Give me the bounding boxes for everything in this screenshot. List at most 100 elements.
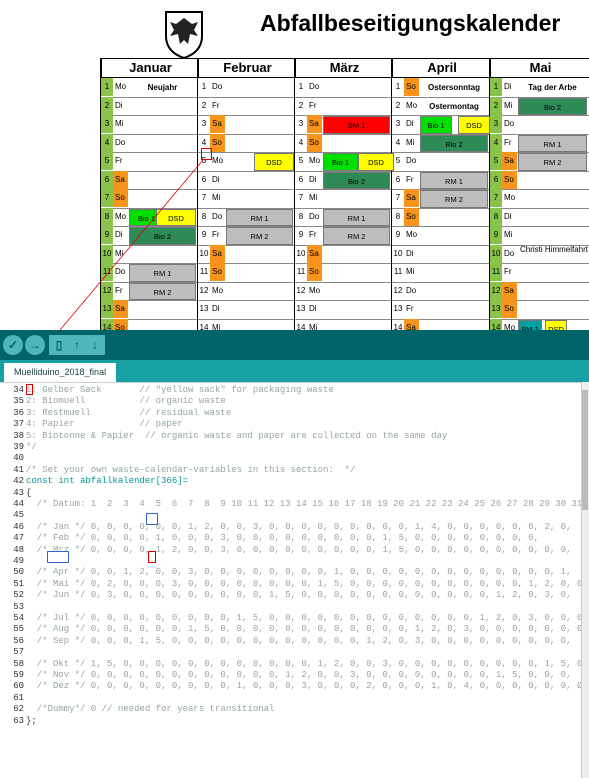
day-number: 12 [101,281,113,300]
code-line: 5: Biotonne & Papier // organic waste an… [26,430,448,441]
waste-event: RM 1 [226,208,293,226]
day-number: 8 [201,211,207,221]
day-number: 1 [101,78,113,96]
line-number: 63 [13,715,24,726]
weekday: Mo [406,230,418,239]
waste-event: Bio 2 [129,227,196,245]
weekday: Do [504,119,515,128]
new-button[interactable]: ▯ [49,335,69,355]
code-line: 2: Biomuell // organic waste [26,396,226,407]
line-number: 42 [13,476,24,487]
day-number: 14 [296,322,306,331]
weekday: Mi [406,137,415,147]
day-number: 13 [101,300,113,318]
line-number: 49 [13,556,24,566]
weekday: Do [309,211,320,221]
calendar-title: Abfallbeseitigungskalender [260,10,561,36]
code-line: /* Datum: 1 2 3 4 5 6 7 8 9 10 11 12 13 … [26,499,589,509]
line-number: 34 [13,385,24,395]
code-line: /* Sep */ 0, 0, 0, 1, 5, 0, 0, 0, 0, 0, … [26,635,572,646]
day-number: 13 [393,304,403,313]
weekday: Mo [115,82,127,91]
code-line: /* Jul */ 0, 0, 0, 0, 0, 0, 0, 0, 0, 1, … [26,613,588,623]
line-number: 50 [13,567,24,578]
month-divider [100,59,101,330]
weekday: Sa [307,244,322,263]
day-number: 8 [395,211,401,221]
weekday: Do [212,82,223,91]
day-number: 6 [395,174,401,184]
weekday: Do [212,211,223,221]
code-line: /* Nov */ 0, 0, 0, 0, 0, 0, 0, 0, 0, 0, … [26,670,572,680]
save-button[interactable]: ↓ [85,335,105,355]
day-number: 10 [296,248,306,258]
arduino-ide: ✓ → ▯ ↑ ↓ Muelliduino_2018_final 34 1: Ge… [0,330,589,779]
code-editor[interactable]: 34 1: Gelber Sack // "yellow sack" for pa… [0,382,589,779]
day-number: 8 [490,207,502,226]
code-line: /* Feb */ 0, 0, 0, 0, 1, 0, 0, 0, 3, 0, … [26,533,540,544]
waste-event: Bio 1 [323,153,358,171]
day-number: 14 [101,318,113,330]
line-number: 56 [13,635,24,646]
waste-event: RM 2 [226,227,293,245]
weekday: Mo [212,156,224,165]
day-number: 14 [490,318,502,330]
code-line: /* Apr */ 0, 0, 1, 2, 0, 0, 3, 0, 0, 0, … [26,567,572,578]
weekday: Mi [504,100,513,110]
waste-event: Bio 1 [420,116,452,134]
line-number: 59 [13,670,24,680]
weekday: Mo [406,100,418,110]
weekday: Sa [404,189,419,207]
day-number: 9 [201,230,207,239]
day-number: 10 [393,248,403,258]
day-number: 4 [101,133,113,152]
day-number: 13 [199,304,209,313]
editor-scroll-thumb[interactable] [582,390,588,510]
weekday: So [113,189,128,207]
code-line: /* Aug */ 0, 0, 0, 0, 0, 0, 1, 5, 0, 0, … [26,624,588,635]
day-number: 1 [395,82,401,91]
waste-event: Ostersonntag [427,83,480,92]
line-number: 47 [13,533,24,544]
weekday: Sa [404,318,419,330]
code-line: /* Okt */ 1, 5, 0, 0, 0, 0, 0, 0, 0, 0, … [26,658,588,669]
weekday: Di [504,211,512,221]
day-number: 13 [296,304,306,313]
waste-event: Neujahr [147,83,178,92]
upload-button[interactable]: → [25,335,45,355]
code-line: /* Jun */ 0, 3, 0, 0, 0, 0, 0, 0, 0, 0, … [26,590,572,601]
tab-muelliduino[interactable]: Muelliduino_2018_final [4,363,117,382]
day-number: 12 [490,281,502,300]
day-number: 12 [393,285,403,295]
weekday: So [404,78,419,96]
weekday: Di [115,230,123,239]
waste-event: Ostermontag [429,101,479,111]
day-number: 3 [395,119,401,128]
day-number: 2 [101,96,113,115]
weekday: Mi [212,322,221,331]
weekday: Di [309,304,317,313]
weekday: So [113,318,128,330]
open-button[interactable]: ↑ [67,335,87,355]
month-header-1: Februar [198,59,296,78]
day-number: 10 [101,244,113,263]
weekday: Mi [309,322,318,331]
weekday: Fr [115,156,123,165]
line-number: 35 [13,396,24,407]
line-number: 53 [13,601,24,612]
month-header-4: Mai [490,59,589,78]
weekday: Do [115,267,126,276]
weekday: Di [212,174,220,184]
weekday: So [210,133,225,152]
day-number: 4 [490,133,502,152]
line-number: 43 [13,487,24,498]
weekday: Mi [406,267,415,276]
verify-button[interactable]: ✓ [3,335,23,355]
weekday: Fr [406,304,414,313]
highlight-feb-value [148,551,156,563]
day-number: 5 [298,156,304,165]
weekday: Do [406,156,417,165]
line-number: 46 [13,521,24,532]
day-number: 2 [490,96,502,115]
day-number: 5 [490,152,502,170]
